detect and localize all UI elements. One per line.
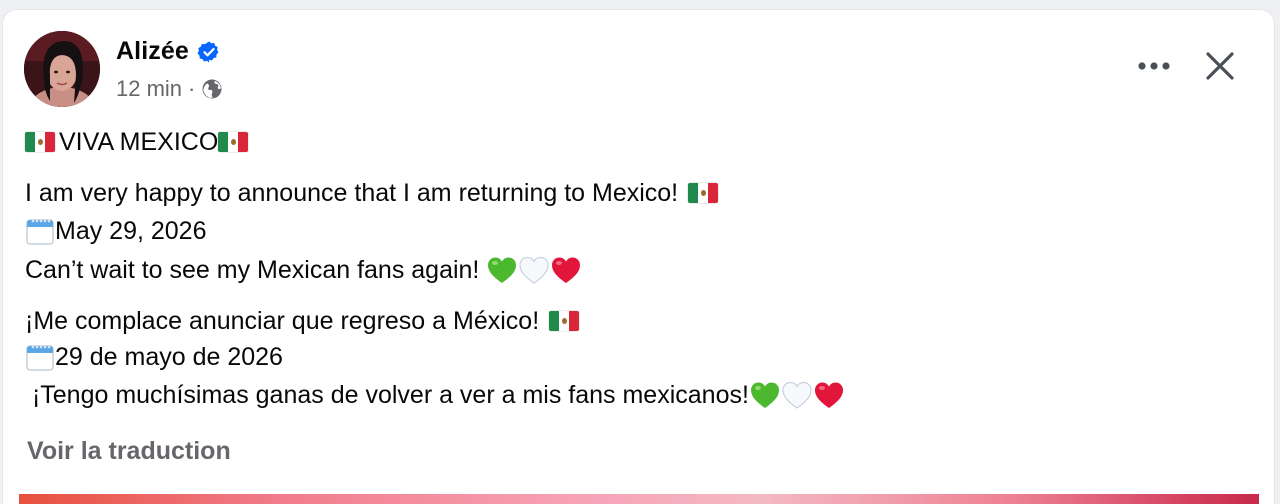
- green-heart-icon: [486, 255, 518, 285]
- more-options-icon: [1138, 62, 1170, 70]
- mexico-flag-icon: [688, 183, 719, 203]
- mexico-flag-icon: [25, 132, 55, 152]
- post-media-preview[interactable]: [19, 494, 1259, 504]
- see-translation-link[interactable]: Voir la traduction: [27, 437, 231, 466]
- author-name[interactable]: Alizée: [116, 37, 189, 66]
- author-header: Alizée: [116, 37, 221, 66]
- more-options-button[interactable]: [1131, 48, 1177, 84]
- post-title: VIVA MEXICO: [59, 127, 219, 156]
- calendar-icon: [25, 216, 55, 246]
- red-heart-icon: [550, 255, 582, 285]
- calendar-icon: [25, 342, 55, 372]
- english-line-1: I am very happy to announce that I am re…: [25, 177, 719, 209]
- spanish-text-1: ¡Me complace anunciar que regreso a Méxi…: [25, 306, 547, 335]
- spanish-line-1: ¡Me complace anunciar que regreso a Méxi…: [25, 305, 580, 337]
- english-line-3: Can’t wait to see my Mexican fans again!: [25, 254, 582, 286]
- post-meta: 12 min ·: [116, 76, 223, 102]
- post-timestamp[interactable]: 12 min: [116, 76, 182, 102]
- english-text-1: I am very happy to announce that I am re…: [25, 178, 686, 207]
- spanish-text-3: ¡Tengo muchísimas ganas de volver a ver …: [25, 380, 749, 409]
- globe-icon[interactable]: [201, 78, 223, 100]
- verified-badge-icon: [197, 40, 221, 64]
- close-icon: [1206, 52, 1234, 80]
- post-title-line: VIVA MEXICO: [25, 126, 249, 158]
- red-heart-icon: [813, 380, 845, 410]
- spanish-line-2: 29 de mayo de 2026: [25, 341, 283, 373]
- green-heart-icon: [749, 380, 781, 410]
- mexico-flag-icon: [549, 311, 580, 331]
- spanish-date: 29 de mayo de 2026: [55, 342, 283, 371]
- white-heart-icon: [781, 380, 813, 410]
- white-heart-icon: [518, 255, 550, 285]
- author-avatar[interactable]: [24, 31, 100, 107]
- english-text-3: Can’t wait to see my Mexican fans again!: [25, 255, 487, 284]
- english-date: May 29, 2026: [55, 216, 207, 245]
- spanish-line-3: ¡Tengo muchísimas ganas de volver a ver …: [25, 379, 845, 411]
- post-card: Alizée 12 min · VIVA MEXICO I am very ha…: [3, 10, 1274, 504]
- mexico-flag-icon: [218, 132, 249, 152]
- meta-separator: ·: [188, 76, 196, 101]
- english-line-2: May 29, 2026: [25, 215, 207, 247]
- close-button[interactable]: [1200, 46, 1240, 86]
